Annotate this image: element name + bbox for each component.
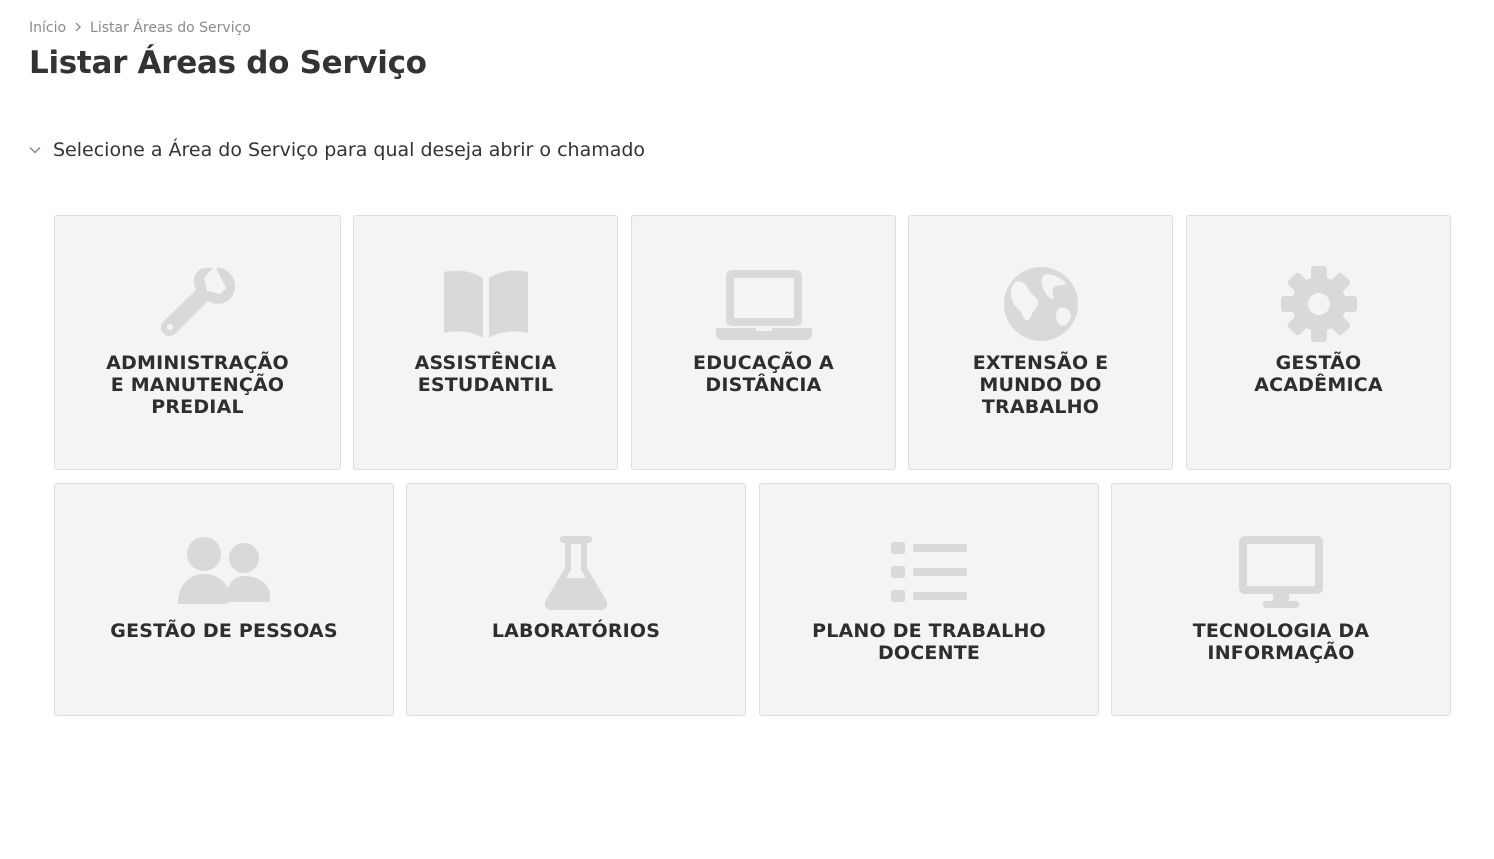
section-label: Selecione a Área do Serviço para qual de… (53, 139, 646, 161)
area-card-label: GESTÃO DE PESSOAS (110, 620, 338, 642)
list-icon (881, 532, 977, 612)
area-card-label: ASSISTÊNCIA ESTUDANTIL (414, 352, 557, 396)
book-icon (438, 264, 534, 344)
chevron-down-icon (27, 142, 43, 158)
area-card-assistencia[interactable]: ASSISTÊNCIA ESTUDANTIL (353, 215, 618, 470)
users-icon (176, 532, 272, 612)
page-title: Listar Áreas do Serviço (29, 45, 427, 81)
gear-icon (1271, 264, 1367, 344)
breadcrumb: Início Listar Áreas do Serviço (29, 20, 251, 36)
area-card-label: GESTÃO ACADÊMICA (1254, 352, 1383, 396)
area-card-plano-trabalho[interactable]: PLANO DE TRABALHO DOCENTE (759, 483, 1099, 716)
area-card-label: LABORATÓRIOS (491, 620, 661, 642)
desktop-icon (1233, 532, 1329, 612)
area-card-laboratorios[interactable]: LABORATÓRIOS (406, 483, 746, 716)
section-toggle[interactable]: Selecione a Área do Serviço para qual de… (27, 139, 645, 161)
area-card-gestao-academica[interactable]: GESTÃO ACADÊMICA (1186, 215, 1451, 470)
breadcrumb-current: Listar Áreas do Serviço (90, 20, 251, 36)
area-card-label: ADMINISTRAÇÃO E MANUTENÇÃO PREDIAL (106, 352, 289, 418)
globe-icon (993, 264, 1089, 344)
area-card-label: EDUCAÇÃO A DISTÂNCIA (693, 352, 834, 396)
area-card-label: EXTENSÃO E MUNDO DO TRABALHO (972, 352, 1109, 418)
laptop-icon (715, 264, 812, 344)
area-card-ead[interactable]: EDUCAÇÃO A DISTÂNCIA (631, 215, 896, 470)
flask-icon (528, 532, 624, 612)
area-card-administracao[interactable]: ADMINISTRAÇÃO E MANUTENÇÃO PREDIAL (54, 215, 341, 470)
wrench-icon (150, 264, 246, 344)
area-card-label: TECNOLOGIA DA INFORMAÇÃO (1192, 620, 1370, 664)
area-card-label: PLANO DE TRABALHO DOCENTE (812, 620, 1046, 664)
area-card-tecnologia[interactable]: TECNOLOGIA DA INFORMAÇÃO (1111, 483, 1451, 716)
area-card-gestao-pessoas[interactable]: GESTÃO DE PESSOAS (54, 483, 394, 716)
breadcrumb-home-link[interactable]: Início (29, 20, 66, 36)
chevron-right-icon (74, 21, 82, 35)
area-card-extensao[interactable]: EXTENSÃO E MUNDO DO TRABALHO (908, 215, 1173, 470)
